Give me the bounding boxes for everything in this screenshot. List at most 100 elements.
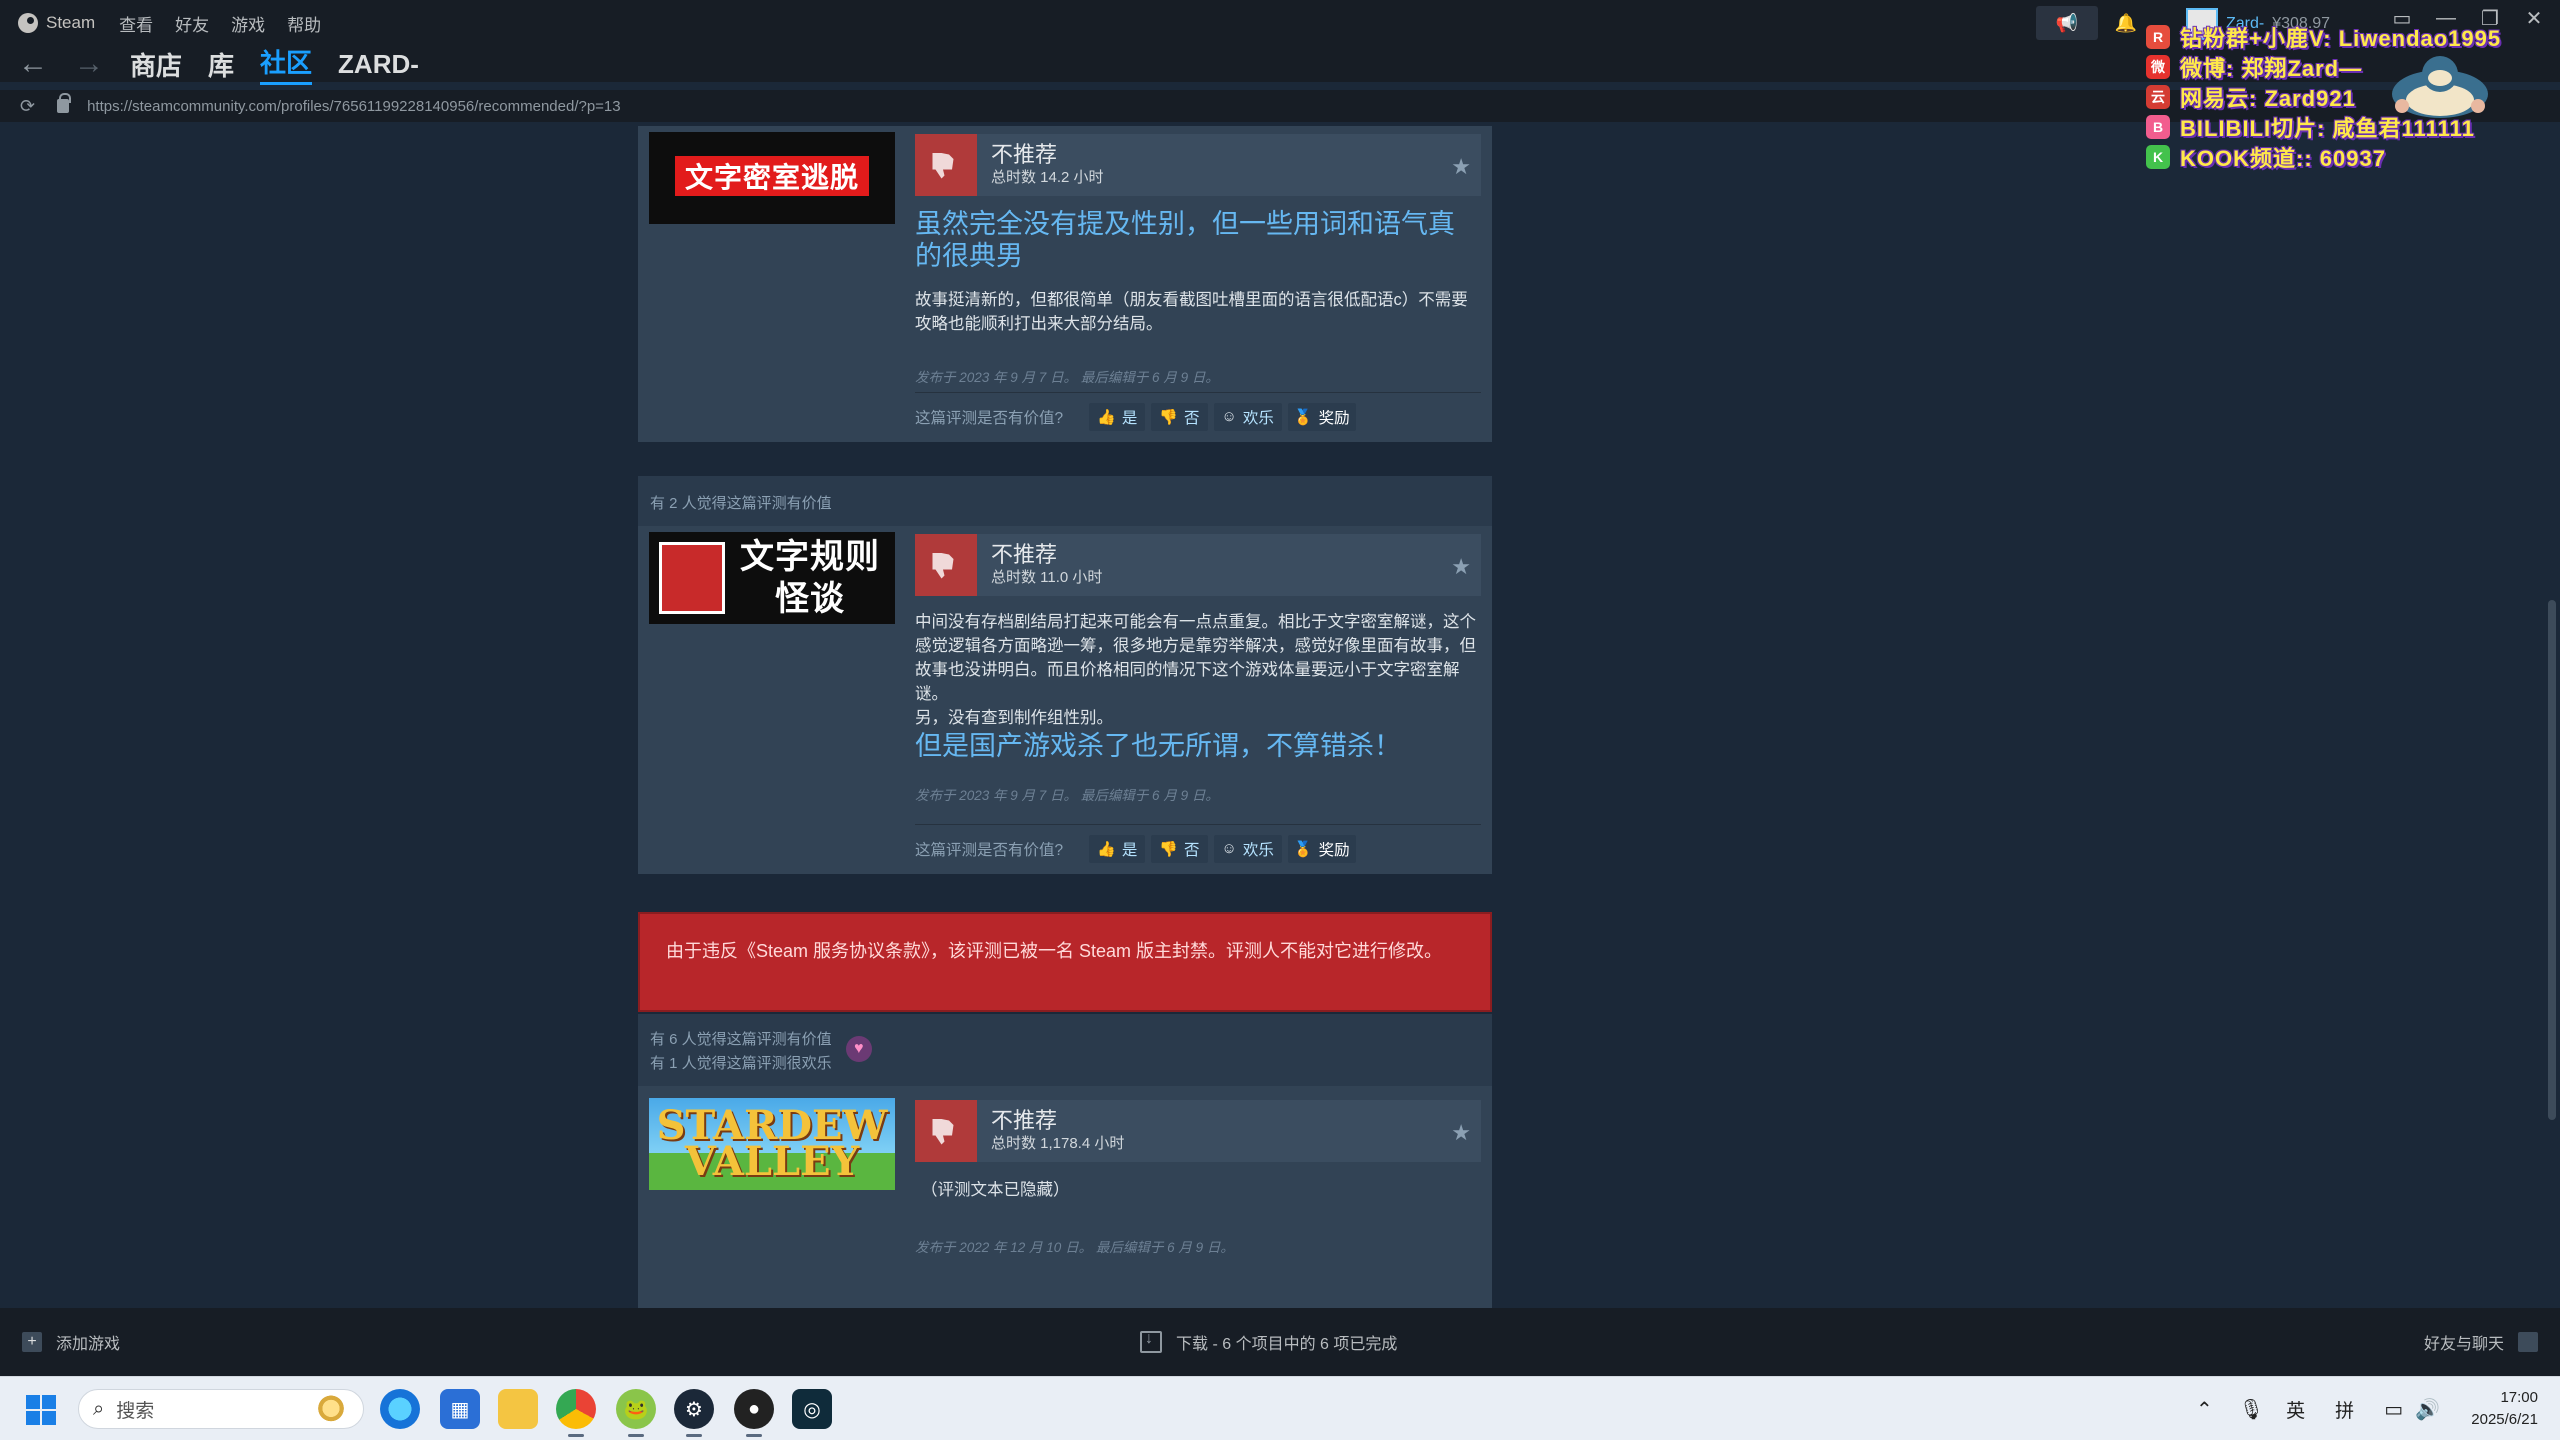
volume-icon[interactable]: 🔊	[2415, 1397, 2440, 1422]
announcements-button[interactable]: 📢	[2036, 6, 2098, 40]
friends-chat-label: 好友与聊天	[2423, 1336, 2504, 1353]
steam-taskbar-icon[interactable]: ⚙	[674, 1389, 714, 1437]
vote-no-label: 否	[1184, 409, 1200, 427]
helpful-count: 有 2 人觉得这篇评测有价值	[638, 476, 1492, 526]
menu-games[interactable]: 游戏	[231, 11, 265, 36]
vote-funny-button[interactable]: ☺ 欢乐	[1213, 834, 1282, 863]
overlay-line: K KOOK频道:: 60937	[2146, 142, 2556, 172]
overlay-text: 网易云: Zard921	[2180, 86, 2356, 111]
award-badge-icon[interactable]: ♥	[845, 1036, 872, 1062]
overlay-text: KOOK频道:: 60937	[2180, 146, 2386, 171]
game-capsule-rule-horror[interactable]: 文字规则怪谈	[649, 532, 895, 624]
game-title-art: STARDEW VALLEY	[656, 1102, 888, 1185]
add-game-button[interactable]: + 添加游戏	[22, 1330, 120, 1354]
review-highlight-text: 但是国产游戏杀了也无所谓，不算错杀！	[915, 731, 1401, 761]
vote-funny-label: 欢乐	[1242, 841, 1274, 859]
steam-logo-icon	[18, 13, 38, 33]
windows-start-icon[interactable]	[26, 1395, 56, 1425]
review-content: 不推荐 总时数 11.0 小时 ★ 中间没有存档剧结局打起来可能会有一点点重复。…	[915, 534, 1481, 804]
thumbs-down-icon	[915, 1100, 977, 1162]
weibo-icon: 微	[2146, 55, 2170, 79]
review-text: 中间没有存档剧结局打起来可能会有一点点重复。相比于文字密室解谜，这个感觉逻辑各方…	[915, 613, 1476, 703]
microphone-icon[interactable]: 🎙	[2239, 1397, 2264, 1422]
friends-chat-button[interactable]: 好友与聊天	[2424, 1330, 2538, 1354]
back-arrow-icon[interactable]: ←	[18, 49, 48, 79]
thumbs-down-icon	[915, 534, 977, 596]
top-right-controls: 📢 🔔	[2036, 6, 2154, 40]
star-icon[interactable]: ★	[1451, 554, 1471, 580]
vote-yes-button[interactable]: 👍 是	[1089, 834, 1146, 863]
network-icon[interactable]: ▭	[2384, 1397, 2403, 1422]
page-scrollbar-thumb[interactable]	[2548, 600, 2556, 1120]
bell-icon: 🔔	[2114, 12, 2138, 33]
helpful-question: 这篇评测是否有价值?	[915, 841, 1064, 859]
snorlax-sticker-icon	[2392, 56, 2488, 118]
tab-store[interactable]: 商店	[130, 46, 182, 83]
xiaohongshu-icon: R	[2146, 25, 2170, 49]
taskbar-search[interactable]: ⌕ 搜索	[78, 1389, 364, 1429]
forward-arrow-icon[interactable]: →	[74, 49, 104, 79]
smile-icon: ☺	[1221, 408, 1237, 425]
edge-icon[interactable]	[380, 1389, 420, 1429]
rating-bar: 不推荐 总时数 1,178.4 小时 ★	[915, 1100, 1481, 1162]
helpful-question: 这篇评测是否有价值?	[915, 409, 1064, 427]
award-label: 奖励	[1318, 841, 1350, 859]
game-title-art: 文字规则怪谈	[740, 538, 880, 618]
overlay-line: R 钻粉群+小鹿V: Liwendao1995	[2146, 22, 2556, 52]
star-icon[interactable]: ★	[1451, 1120, 1471, 1146]
hidden-review-text[interactable]: （评测文本已隐藏）	[915, 1178, 1481, 1202]
menu-view[interactable]: 查看	[119, 11, 153, 36]
megaphone-icon: 📢	[2055, 12, 2079, 33]
vote-no-button[interactable]: 👎 否	[1151, 402, 1208, 431]
chevron-up-icon[interactable]: ⌃	[2196, 1397, 2213, 1422]
vote-no-button[interactable]: 👎 否	[1151, 834, 1208, 863]
download-status[interactable]: 下载 - 6 个项目中的 6 项已完成	[1140, 1330, 1397, 1354]
ime-language[interactable]: 英	[2286, 1396, 2305, 1423]
rating-bar: 不推荐 总时数 14.2 小时 ★	[915, 134, 1481, 196]
menu-friends[interactable]: 好友	[175, 11, 209, 36]
vote-no-label: 否	[1184, 841, 1200, 859]
vote-yes-button[interactable]: 👍 是	[1089, 402, 1146, 431]
funny-count: 有 1 人觉得这篇评测很欢乐	[650, 1055, 832, 1072]
system-tray: ⌃ 🎙 英 拼 ▭ 🔊	[2196, 1377, 2440, 1440]
taskbar-clock[interactable]: 17:00 2025/6/21	[2471, 1387, 2538, 1431]
helpful-header: 有 6 人觉得这篇评测有价值 有 1 人觉得这篇评测很欢乐 ♥	[638, 1014, 1492, 1086]
download-icon	[1140, 1330, 1162, 1353]
overlay-text: 微博: 郑翔Zard—	[2180, 56, 2363, 81]
reload-icon[interactable]: ⟳	[20, 96, 35, 117]
app-ring-icon[interactable]: ◎	[792, 1389, 832, 1429]
vote-funny-label: 欢乐	[1242, 409, 1274, 427]
frog-app-icon[interactable]: 🐸	[616, 1389, 656, 1437]
tab-library[interactable]: 库	[208, 46, 234, 83]
game-capsule-wordroom[interactable]: 文字密室逃脱	[649, 132, 895, 224]
clock-time: 17:00	[2500, 1389, 2538, 1406]
star-icon[interactable]: ★	[1451, 154, 1471, 180]
file-explorer-icon[interactable]	[498, 1389, 538, 1429]
tab-community[interactable]: 社区	[260, 43, 313, 85]
review-card: 文字密室逃脱 不推荐 总时数 14.2 小时 ★ 虽然完全没有提及性别，但一些用…	[638, 126, 1492, 442]
award-button[interactable]: 🏅 奖励	[1287, 402, 1356, 431]
obs-icon[interactable]: ●	[734, 1389, 774, 1437]
lock-icon	[57, 93, 72, 113]
url-text[interactable]: https://steamcommunity.com/profiles/7656…	[87, 98, 621, 115]
thumbs-down-icon	[915, 134, 977, 196]
rating-label: 不推荐	[991, 1108, 1058, 1133]
steam-menu[interactable]: Steam	[18, 13, 95, 33]
review-highlight-text: 虽然完全没有提及性别，但一些用词和语气真的很典男	[915, 209, 1455, 271]
menu-help[interactable]: 帮助	[287, 11, 321, 36]
search-icon: ⌕	[93, 1397, 105, 1420]
download-status-text: 下载 - 6 个项目中的 6 项已完成	[1176, 1336, 1398, 1353]
microsoft-store-icon[interactable]: ▦	[440, 1389, 480, 1429]
tab-profile[interactable]: ZARD-	[338, 49, 419, 80]
ime-mode[interactable]: 拼	[2335, 1396, 2354, 1423]
review-card: 有 2 人觉得这篇评测有价值 文字规则怪谈 不推荐 总时数 11.0 小时 ★	[638, 476, 1492, 874]
vote-funny-button[interactable]: ☺ 欢乐	[1213, 402, 1282, 431]
add-game-label: 添加游戏	[56, 1336, 121, 1353]
review-content: 不推荐 总时数 14.2 小时 ★ 虽然完全没有提及性别，但一些用词和语气真的很…	[915, 134, 1481, 386]
helpful-count: 有 6 人觉得这篇评测有价值	[650, 1031, 832, 1048]
smile-icon: ☺	[1221, 840, 1237, 857]
hours-played: 总时数 1,178.4 小时	[991, 1135, 1125, 1152]
game-capsule-stardew[interactable]: STARDEW VALLEY	[649, 1098, 895, 1190]
chrome-icon[interactable]	[556, 1389, 596, 1437]
award-button[interactable]: 🏅 奖励	[1287, 834, 1356, 863]
